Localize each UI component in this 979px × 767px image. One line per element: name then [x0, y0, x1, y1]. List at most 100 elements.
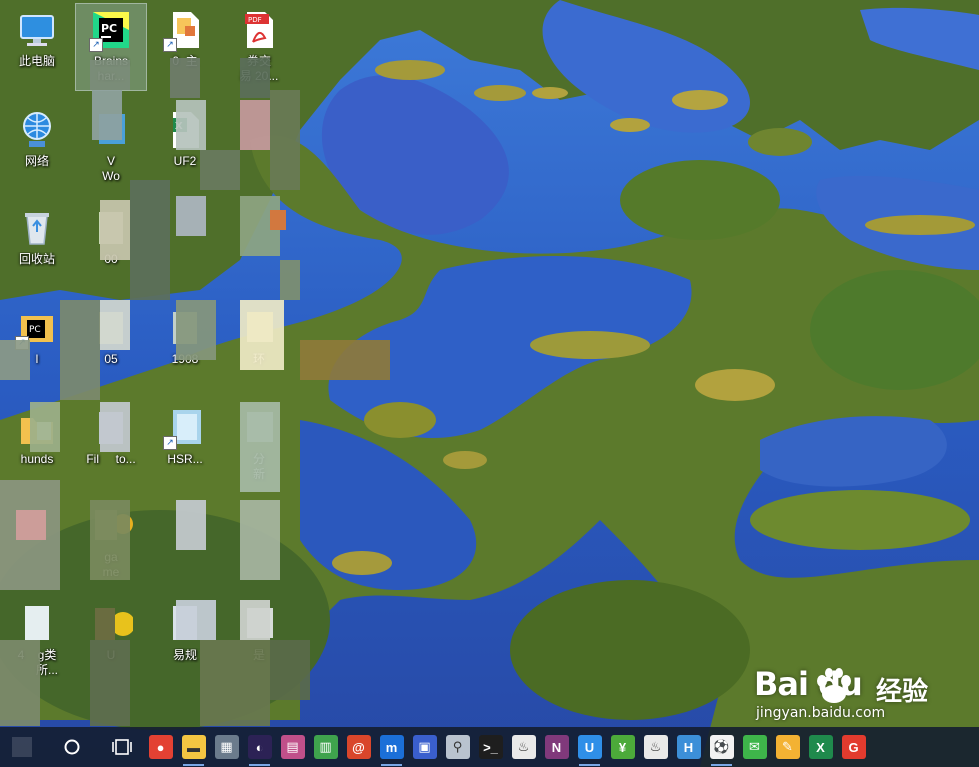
watermark-url: jingyan.baidu.com	[756, 705, 886, 721]
cortana-search-button[interactable]	[44, 727, 100, 767]
taskbar-app-maxthon[interactable]: m	[375, 727, 408, 767]
circle-search-icon	[64, 739, 80, 755]
desktop-wallpaper	[0, 0, 979, 767]
baidu-paw-logo-icon	[817, 668, 851, 703]
taskbar-app-wechat[interactable]: ✉	[738, 727, 771, 767]
eclipse-icon: ◐	[247, 735, 272, 759]
filezilla-icon	[89, 406, 133, 450]
desktop-icon-label: Brains har...	[93, 54, 128, 83]
desktop-icon-uf2-excel[interactable]: X UF2	[150, 104, 220, 190]
desktop-icon-label: 分 新	[252, 452, 265, 481]
taskbar-app-money[interactable]: ¥	[606, 727, 639, 767]
blurred-app-icon: ▦	[214, 735, 239, 759]
desktop-icon-doc-0[interactable]: ↗ 0 主	[150, 4, 220, 90]
desktop-icon-pycharm-shortcut[interactable]: PC ↗ l	[2, 302, 72, 388]
red-g-icon: G	[841, 735, 866, 759]
taskbar-app-snail[interactable]: @	[342, 727, 375, 767]
taskbar-app-file-explorer[interactable]: ▬	[177, 727, 210, 767]
start-button[interactable]	[0, 727, 44, 767]
taskbar-app-excel[interactable]: X	[804, 727, 837, 767]
terminal-icon: >_	[478, 735, 503, 759]
desktop-icon-label: 是	[252, 648, 265, 662]
pdf-icon: PDF	[237, 8, 281, 52]
desktop-icon-label: l	[35, 352, 39, 366]
desktop-icon-hsr[interactable]: ↗ HSR...	[150, 402, 220, 488]
taskbar-app-database[interactable]: ▤	[276, 727, 309, 767]
desktop-icon-blurred-file[interactable]: 4 g类 所...	[2, 598, 72, 684]
pinned-apps: ● ▬ ▦ ◐ ▤ ▥ @ m ▣ ⚲ >_ ♨ N U ¥ ♨ H ⚽ ✉ ✎ X G	[144, 727, 870, 767]
desktop-icon-shi[interactable]: 是	[224, 598, 294, 684]
desktop-icon-env[interactable]: 环	[224, 302, 294, 388]
desktop-icon-jetbrains-pycharm[interactable]: PC ↗ Brains har...	[75, 3, 147, 91]
taskbar-app-floppy-save[interactable]: ▣	[408, 727, 441, 767]
paint-icon: ✎	[775, 735, 800, 759]
file-icon	[163, 602, 207, 646]
taskbar-app-red-g[interactable]: G	[837, 727, 870, 767]
desktop-icon-00[interactable]: 00	[76, 202, 146, 288]
desktop-icon-vmware-workstation[interactable]: V Wo	[76, 104, 146, 190]
task-view-button[interactable]	[100, 727, 144, 767]
snail-icon: @	[346, 735, 371, 759]
taskbar-app-onenote[interactable]: N	[540, 727, 573, 767]
desktop-icon-fen[interactable]: 分 新	[224, 402, 294, 488]
desktop-icon-label: hunds	[20, 452, 54, 466]
taskbar-app-football[interactable]: ⚽	[705, 727, 738, 767]
desktop-icon-1908[interactable]: 1908	[150, 302, 220, 388]
taskbar-app-paint[interactable]: ✎	[771, 727, 804, 767]
taskbar: ● ▬ ▦ ◐ ▤ ▥ @ m ▣ ⚲ >_ ♨ N U ¥ ♨ H ⚽ ✉ ✎ X G	[0, 727, 979, 767]
desktop-icon-this-pc[interactable]: 此电脑	[2, 4, 72, 90]
desktop-icon-network[interactable]: 网络	[2, 104, 72, 190]
baidu-jingyan-watermark: Bai du 经验 jingyan.baidu.com	[752, 663, 976, 725]
desktop-icon-recycle-bin[interactable]: 回收站	[2, 202, 72, 288]
file-icon	[89, 206, 133, 250]
taskbar-app-terminal[interactable]: >_	[474, 727, 507, 767]
file-explorer-icon: ▬	[181, 735, 206, 759]
taskbar-app-magnifier[interactable]: ⚲	[441, 727, 474, 767]
file-icon	[89, 306, 133, 350]
desktop-icon-05[interactable]: 05	[76, 302, 146, 388]
onenote-icon: N	[544, 735, 569, 759]
wechat-icon: ✉	[742, 735, 767, 759]
desktop-icon-u[interactable]: U	[76, 598, 146, 684]
chrome-icon: ●	[148, 735, 173, 759]
file-icon	[163, 306, 207, 350]
money-icon: ¥	[610, 735, 635, 759]
database-icon: ▤	[280, 735, 305, 759]
desktop-icon-yi-gui[interactable]: 易规	[150, 598, 220, 684]
folder-icon: PC ↗	[15, 306, 59, 350]
football-icon: ⚽	[709, 735, 734, 759]
vmware-icon	[89, 108, 133, 152]
taskbar-app-chrome[interactable]: ●	[144, 727, 177, 767]
taskbar-app-java[interactable]: ♨	[639, 727, 672, 767]
taskbar-app-uc-browser[interactable]: U	[573, 727, 606, 767]
game-icon	[89, 504, 133, 548]
svg-text:PC: PC	[29, 325, 41, 335]
file-icon	[15, 602, 59, 646]
desktop-icon-label: U	[106, 648, 116, 662]
desktop-icon-game[interactable]: ga me	[76, 500, 146, 586]
task-view-icon	[112, 739, 132, 755]
floppy-save-icon: ▣	[412, 735, 437, 759]
computer-icon	[15, 8, 59, 52]
book-icon: ▥	[313, 735, 338, 759]
desktop-icon-hunds[interactable]: hunds	[2, 402, 72, 488]
excel-file-icon: X	[163, 108, 207, 152]
desktop-icon-label: V Wo	[102, 154, 120, 183]
desktop-icon-filezilla[interactable]: Fil to...	[76, 402, 146, 488]
file-icon	[237, 602, 281, 646]
magnifier-icon: ⚲	[445, 735, 470, 759]
desktop-icon-label: 回收站	[18, 252, 55, 266]
svg-text:X: X	[175, 121, 183, 132]
taskbar-app-book[interactable]: ▥	[309, 727, 342, 767]
svg-text:PDF: PDF	[248, 16, 262, 24]
taskbar-app-eclipse[interactable]: ◐	[243, 727, 276, 767]
file-icon	[237, 306, 281, 350]
taskbar-app-java[interactable]: ♨	[507, 727, 540, 767]
taskbar-app-blurred-app[interactable]: ▦	[210, 727, 243, 767]
desktop-icon-label: Fil to...	[86, 452, 136, 466]
desktop-icon-pdf-securities[interactable]: PDF 券交 易 20...	[224, 4, 294, 90]
desktop-icon-label: 易规	[172, 648, 197, 662]
taskbar-app-h-app[interactable]: H	[672, 727, 705, 767]
file-icon	[237, 406, 281, 450]
desktop-icon-label: ga me	[102, 550, 120, 579]
